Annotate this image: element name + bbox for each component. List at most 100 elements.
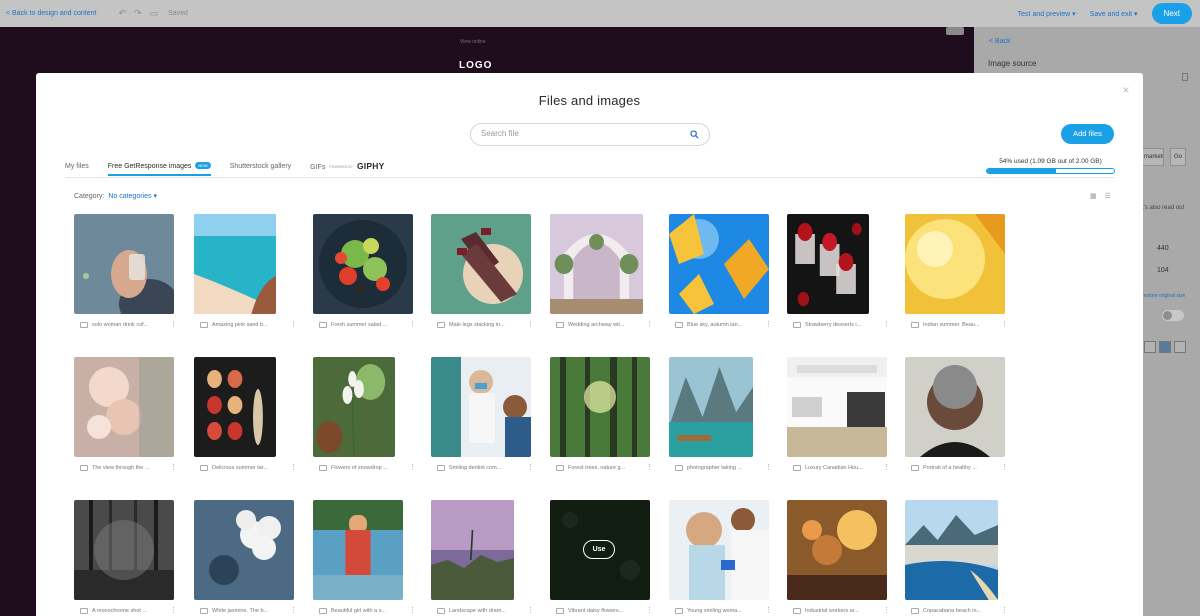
- image-thumbnail[interactable]: [787, 357, 887, 457]
- search-icon[interactable]: [690, 130, 699, 139]
- redo-icon[interactable]: ↷: [134, 8, 142, 19]
- more-options-icon[interactable]: ⋮: [765, 321, 772, 328]
- image-thumbnail[interactable]: [313, 500, 403, 600]
- grid-view-icon[interactable]: ▦: [1090, 192, 1097, 200]
- more-options-icon[interactable]: ⋮: [646, 607, 653, 614]
- more-options-icon[interactable]: ⋮: [765, 607, 772, 614]
- image-filename: Strawberry desserts i...: [805, 322, 862, 328]
- use-button[interactable]: Use: [583, 540, 615, 559]
- image-filename: Portrait of a healthy ...: [923, 465, 977, 471]
- image-file-icon: [319, 465, 327, 471]
- image-thumbnail[interactable]: [669, 357, 753, 457]
- more-options-icon[interactable]: ⋮: [883, 607, 890, 614]
- image-file-icon: [80, 608, 88, 614]
- modal-title: Files and images: [538, 93, 641, 108]
- category-dropdown[interactable]: No categories ▾: [108, 193, 157, 200]
- image-thumbnail[interactable]: [194, 214, 276, 314]
- image-thumbnail[interactable]: [787, 500, 887, 600]
- trash-icon[interactable]: [1182, 73, 1188, 81]
- image-thumbnail[interactable]: [787, 214, 869, 314]
- tab-my-files[interactable]: My files: [65, 159, 89, 176]
- usage-text: 54% used (1.09 GB out of 2.00 GB): [999, 158, 1102, 165]
- files-images-modal: Files and images × Add files My files Fr…: [36, 73, 1143, 616]
- test-preview-menu[interactable]: Test and preview ▾: [1018, 10, 1076, 18]
- next-button[interactable]: Next: [1151, 3, 1192, 24]
- height-value[interactable]: 104: [1157, 267, 1169, 274]
- more-options-icon[interactable]: ⋮: [527, 607, 534, 614]
- image-thumbnail[interactable]: [669, 214, 769, 314]
- image-filename: Amazing pink sand b...: [212, 322, 268, 328]
- search-input[interactable]: [481, 129, 681, 138]
- tab-free-images[interactable]: Free GetResponse images NEW: [107, 158, 211, 176]
- undo-icon[interactable]: ↶: [118, 8, 126, 19]
- image-filename: Wedding archway wit...: [568, 322, 625, 328]
- image-thumbnail[interactable]: [74, 500, 174, 600]
- image-filename: solo woman drink cof...: [92, 322, 149, 328]
- more-options-icon[interactable]: ⋮: [1001, 607, 1008, 614]
- image-file-icon: [675, 608, 683, 614]
- image-thumbnail[interactable]: [313, 357, 395, 457]
- image-meta: Smiling dentist com... ⋮: [431, 461, 534, 475]
- back-to-design-link[interactable]: < Back to design and content: [6, 10, 96, 17]
- go-button[interactable]: Go: [1170, 148, 1186, 166]
- image-thumbnail[interactable]: [431, 500, 514, 600]
- more-options-icon[interactable]: ⋮: [646, 321, 653, 328]
- more-options-icon[interactable]: ⋮: [290, 607, 297, 614]
- image-thumbnail[interactable]: [194, 500, 294, 600]
- close-icon[interactable]: ×: [1120, 84, 1132, 96]
- more-options-icon[interactable]: ⋮: [170, 464, 177, 471]
- more-options-icon[interactable]: ⋮: [527, 321, 534, 328]
- image-thumbnail[interactable]: [550, 357, 650, 457]
- image-thumbnail[interactable]: [669, 500, 769, 600]
- more-options-icon[interactable]: ⋮: [290, 464, 297, 471]
- align-center-icon[interactable]: [1159, 341, 1171, 353]
- tab-shutterstock[interactable]: Shutterstock gallery: [230, 159, 291, 176]
- more-options-icon[interactable]: ⋮: [883, 321, 890, 328]
- toggle-switch[interactable]: [1162, 310, 1184, 321]
- more-options-icon[interactable]: ⋮: [1001, 321, 1008, 328]
- image-thumbnail[interactable]: [431, 214, 531, 314]
- image-thumbnail[interactable]: [194, 357, 276, 457]
- link-field[interactable]: marketin: [1142, 148, 1164, 166]
- more-options-icon[interactable]: ⋮: [765, 464, 772, 471]
- save-exit-menu[interactable]: Save and exit ▾: [1090, 10, 1138, 18]
- width-value[interactable]: 440: [1157, 245, 1169, 252]
- image-thumbnail[interactable]: [905, 500, 998, 600]
- add-files-button[interactable]: Add files: [1061, 124, 1114, 144]
- more-options-icon[interactable]: ⋮: [409, 464, 416, 471]
- more-options-icon[interactable]: ⋮: [409, 321, 416, 328]
- image-thumbnail[interactable]: [74, 214, 174, 314]
- history-controls: ↶ ↷ ▭ Saved: [118, 8, 187, 19]
- image-thumbnail[interactable]: [905, 214, 1005, 314]
- image-thumbnail[interactable]: Use: [550, 500, 650, 600]
- panel-back-link[interactable]: < Back: [989, 38, 1011, 45]
- image-filename: Fresh summer salad ...: [331, 322, 388, 328]
- restore-size-link[interactable]: Restore original size: [1140, 293, 1185, 299]
- tab-label: Shutterstock gallery: [229, 162, 292, 170]
- tab-gifs[interactable]: GIFs POWERED BY GIPHY: [310, 157, 384, 177]
- more-options-icon[interactable]: ⋮: [527, 464, 534, 471]
- more-options-icon[interactable]: ⋮: [409, 607, 416, 614]
- image-file-icon: [556, 465, 564, 471]
- align-left-icon[interactable]: [1144, 341, 1156, 353]
- image-filename: Indian summer. Beau...: [923, 322, 980, 328]
- image-thumbnail[interactable]: [550, 214, 643, 314]
- image-meta: photographer taking ... ⋮: [669, 461, 772, 475]
- view-toggle: ▦ ☰: [1090, 192, 1111, 200]
- tab-label: My files: [65, 162, 89, 170]
- collapse-panel-button[interactable]: [946, 27, 964, 35]
- image-thumbnail[interactable]: [313, 214, 413, 314]
- align-right-icon[interactable]: [1174, 341, 1186, 353]
- image-thumbnail[interactable]: [905, 357, 1005, 457]
- image-thumbnail[interactable]: [431, 357, 531, 457]
- more-options-icon[interactable]: ⋮: [170, 321, 177, 328]
- more-options-icon[interactable]: ⋮: [170, 607, 177, 614]
- image-thumbnail[interactable]: [74, 357, 174, 457]
- more-options-icon[interactable]: ⋮: [646, 464, 653, 471]
- more-options-icon[interactable]: ⋮: [290, 321, 297, 328]
- list-view-icon[interactable]: ☰: [1105, 192, 1111, 200]
- image-file-icon: [319, 322, 327, 328]
- more-options-icon[interactable]: ⋮: [883, 464, 890, 471]
- more-options-icon[interactable]: ⋮: [1001, 464, 1008, 471]
- image-filename: A monochrome shot ...: [92, 608, 148, 614]
